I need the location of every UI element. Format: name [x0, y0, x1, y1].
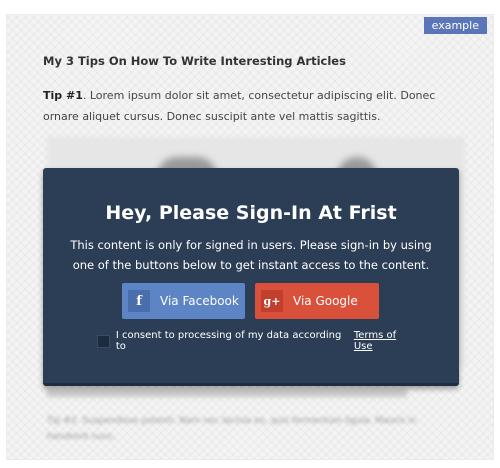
tip-2-blurred: Tip #2. Suspendisse potenti. Nam nec lac…: [47, 416, 417, 442]
consent-row: I consent to processing of my data accor…: [97, 330, 417, 352]
consent-checkbox[interactable]: [97, 334, 110, 348]
facebook-icon: f: [128, 290, 150, 312]
signin-title: Hey, Please Sign-In At Frist: [105, 202, 397, 224]
tip-1-paragraph: Tip #1. Lorem ipsum dolor sit amet, cons…: [43, 85, 473, 127]
article-title: My 3 Tips On How To Write Interesting Ar…: [43, 54, 346, 68]
google-signin-button[interactable]: g+ Via Google: [255, 283, 379, 319]
signin-overlay: Hey, Please Sign-In At Frist This conten…: [43, 168, 459, 386]
blurred-text-line: [47, 389, 407, 397]
facebook-signin-button[interactable]: f Via Facebook: [122, 283, 245, 319]
google-button-label: Via Google: [293, 294, 358, 308]
terms-of-use-link[interactable]: Terms of Use: [354, 330, 417, 352]
signin-message: This content is only for signed in users…: [70, 238, 432, 272]
facebook-button-label: Via Facebook: [160, 294, 239, 308]
tip-1-text: . Lorem ipsum dolor sit amet, consectetu…: [43, 89, 436, 123]
consent-text: I consent to processing of my data accor…: [115, 330, 342, 352]
tip-1-label: Tip #1: [43, 89, 83, 102]
google-plus-icon: g+: [261, 290, 283, 312]
example-badge: example: [423, 17, 487, 34]
